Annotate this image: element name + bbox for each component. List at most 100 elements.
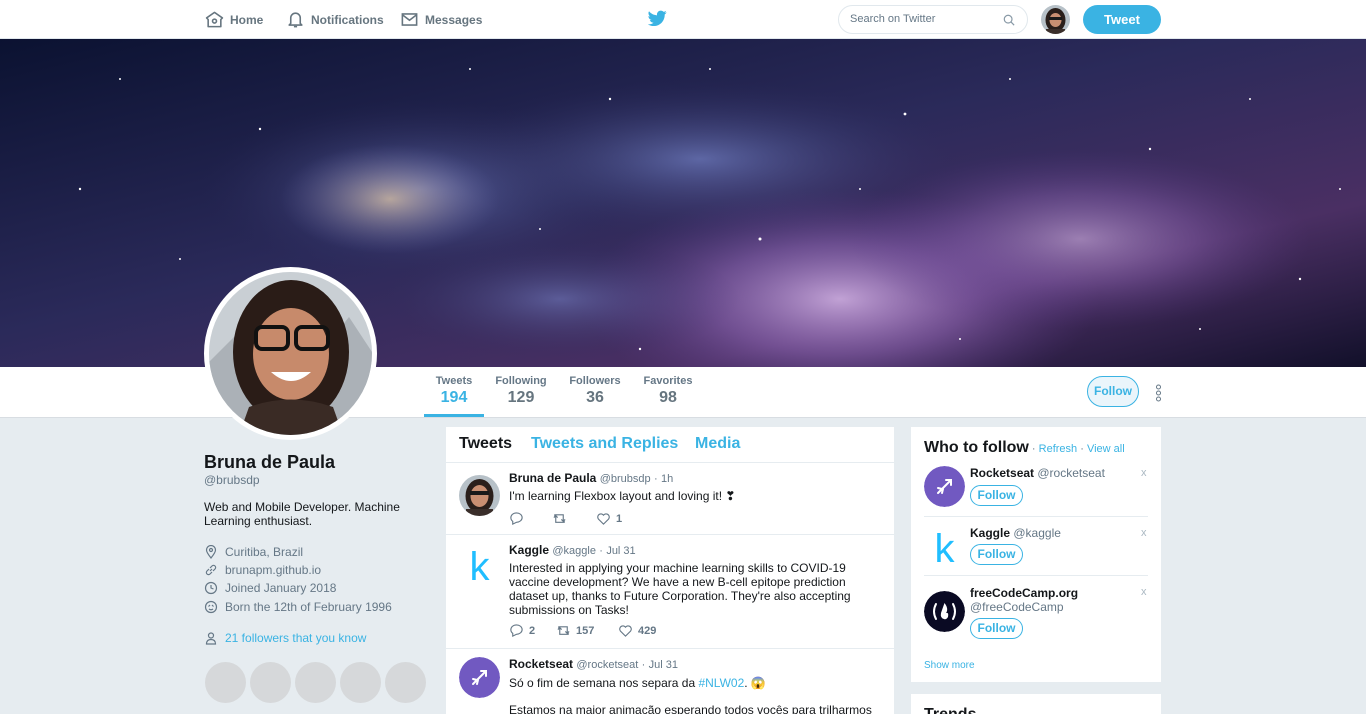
reply-action[interactable]	[509, 511, 524, 526]
suggestion-avatar[interactable]: k	[924, 526, 965, 567]
dismiss-suggestion-button[interactable]: x	[1141, 467, 1147, 479]
suggestion-follow-button[interactable]: Follow	[970, 485, 1023, 506]
rocketseat-logo-icon	[459, 657, 500, 698]
profile-location-text: Curitiba, Brazil	[225, 545, 304, 559]
suggestion-handle[interactable]: @freeCodeCamp	[970, 600, 1064, 614]
suggestion-display-name: Rocketseat	[970, 466, 1035, 480]
stat-following-label: Following	[495, 375, 547, 387]
stat-followers-label: Followers	[569, 375, 621, 387]
tweet-author-avatar[interactable]	[459, 475, 500, 516]
stat-followers[interactable]: Followers 36	[566, 375, 624, 407]
stat-tweets[interactable]: Tweets 194	[424, 375, 484, 407]
tweet-item[interactable]: Rocketseat @rocketseat · Jul 31 Só o fim…	[446, 649, 894, 714]
follower-avatar-placeholder[interactable]	[250, 662, 291, 703]
tweet-time[interactable]: Jul 31	[606, 545, 635, 557]
profile-avatar-image	[209, 272, 372, 435]
suggestion-avatar[interactable]	[924, 466, 965, 507]
suggestion-display-name[interactable]: freeCodeCamp.org	[970, 586, 1078, 600]
like-count: 429	[638, 624, 657, 637]
timeline-tabs: Tweets Tweets and Replies Media	[446, 427, 894, 463]
active-stat-underline	[424, 414, 484, 417]
like-count: 1	[616, 512, 623, 525]
stat-favorites[interactable]: Favorites 98	[640, 375, 696, 407]
profile-stats-bar: Tweets 194 Following 129 Followers 36 Fa…	[0, 367, 1366, 418]
retweet-count: 157	[576, 624, 595, 637]
tweet-text: Só o fim de semana nos separa da #NLW02.…	[509, 676, 879, 690]
follower-avatar-placeholder[interactable]	[295, 662, 336, 703]
search-box[interactable]	[838, 5, 1028, 34]
freecodecamp-logo-icon	[924, 591, 965, 632]
tweet-author-name[interactable]: Rocketseat	[509, 657, 573, 671]
tweet-author-name[interactable]: Bruna de Paula	[509, 471, 596, 485]
suggestion-follow-button[interactable]: Follow	[970, 544, 1023, 565]
tweet-header: Rocketseat @rocketseat · Jul 31	[509, 657, 678, 671]
hashtag-link[interactable]: #NLW02	[698, 676, 744, 690]
retweet-action[interactable]	[552, 511, 567, 526]
tweet-button[interactable]: Tweet	[1083, 5, 1161, 34]
who-to-follow-header: Who to follow · Refresh · View all	[924, 439, 1125, 457]
tweet-author-handle[interactable]: @kaggle	[552, 545, 596, 557]
retweet-action[interactable]: 157	[556, 623, 594, 638]
nav-messages[interactable]: Messages	[400, 10, 482, 29]
tweet-item[interactable]: k Kaggle @kaggle · Jul 31 Interested in …	[446, 535, 894, 649]
show-more-link[interactable]: Show more	[924, 660, 975, 671]
view-all-link[interactable]: View all	[1087, 443, 1125, 455]
profile-website-link[interactable]: brunapm.github.io	[225, 563, 321, 577]
suggestion-avatar[interactable]	[924, 591, 965, 632]
user-avatar[interactable]	[1041, 5, 1070, 34]
follower-avatar-placeholder[interactable]	[340, 662, 381, 703]
profile-joined: Joined January 2018	[204, 581, 336, 595]
tweet-header: Kaggle @kaggle · Jul 31	[509, 543, 636, 557]
tweet-item[interactable]: Bruna de Paula @brubsdp · 1h I'm learnin…	[446, 463, 894, 535]
profile-name: Bruna de Paula	[204, 452, 336, 472]
like-action[interactable]: 1	[596, 511, 622, 526]
follower-avatar-placeholder[interactable]	[205, 662, 246, 703]
tweet-author-avatar[interactable]: k	[459, 545, 500, 586]
trends-panel: Trends	[911, 694, 1161, 714]
kaggle-logo-icon: k	[459, 545, 500, 586]
clock-icon	[204, 581, 218, 595]
suggestion-name[interactable]: Rocketseat @rocketseat	[970, 466, 1105, 480]
more-options-icon[interactable]	[1155, 384, 1162, 402]
tweet-time-separator: ·	[599, 545, 603, 557]
nav-messages-label: Messages	[425, 12, 483, 27]
tab-tweets-and-replies[interactable]: Tweets and Replies	[531, 435, 678, 453]
tweet-author-avatar[interactable]	[459, 657, 500, 698]
refresh-link[interactable]: Refresh	[1039, 443, 1078, 455]
twitter-bird-icon[interactable]	[648, 10, 667, 27]
search-input[interactable]	[850, 13, 1000, 25]
search-icon[interactable]	[1003, 14, 1015, 26]
dismiss-suggestion-button[interactable]: x	[1141, 527, 1147, 539]
tweet-author-handle[interactable]: @brubsdp	[600, 473, 651, 485]
tweet-time[interactable]: Jul 31	[649, 659, 678, 671]
stat-favorites-value: 98	[659, 389, 677, 406]
follow-button[interactable]: Follow	[1087, 376, 1139, 407]
nav-notifications[interactable]: Notifications	[286, 10, 384, 29]
like-action[interactable]: 429	[618, 623, 656, 638]
dismiss-suggestion-button[interactable]: x	[1141, 586, 1147, 598]
galaxy-banner-image	[0, 39, 1366, 367]
heart-icon	[597, 513, 610, 525]
suggestion-name[interactable]: Kaggle @kaggle	[970, 526, 1061, 540]
followers-you-know-link[interactable]: 21 followers that you know	[225, 631, 366, 645]
reply-action[interactable]: 2	[509, 623, 535, 638]
tab-tweets[interactable]: Tweets	[459, 435, 512, 453]
followers-you-know[interactable]: 21 followers that you know	[204, 631, 366, 645]
reply-icon	[510, 512, 523, 526]
tweet-author-handle[interactable]: @rocketseat	[576, 659, 638, 671]
profile-location: Curitiba, Brazil	[204, 545, 303, 559]
profile-handle: @brubsdp	[204, 473, 260, 487]
profile-website: brunapm.github.io	[204, 563, 321, 577]
nav-notifications-label: Notifications	[311, 12, 384, 27]
divider	[924, 575, 1148, 576]
svg-text:k: k	[935, 527, 956, 567]
tweet-time-separator: ·	[641, 659, 646, 671]
tweet-author-name[interactable]: Kaggle	[509, 543, 549, 557]
profile-avatar[interactable]	[204, 267, 377, 440]
suggestion-follow-button[interactable]: Follow	[970, 618, 1023, 639]
stat-following[interactable]: Following 129	[492, 375, 550, 407]
follower-avatar-placeholder[interactable]	[385, 662, 426, 703]
nav-home[interactable]: Home	[205, 10, 263, 29]
tab-media[interactable]: Media	[695, 435, 740, 453]
tweet-time[interactable]: 1h	[661, 473, 673, 485]
